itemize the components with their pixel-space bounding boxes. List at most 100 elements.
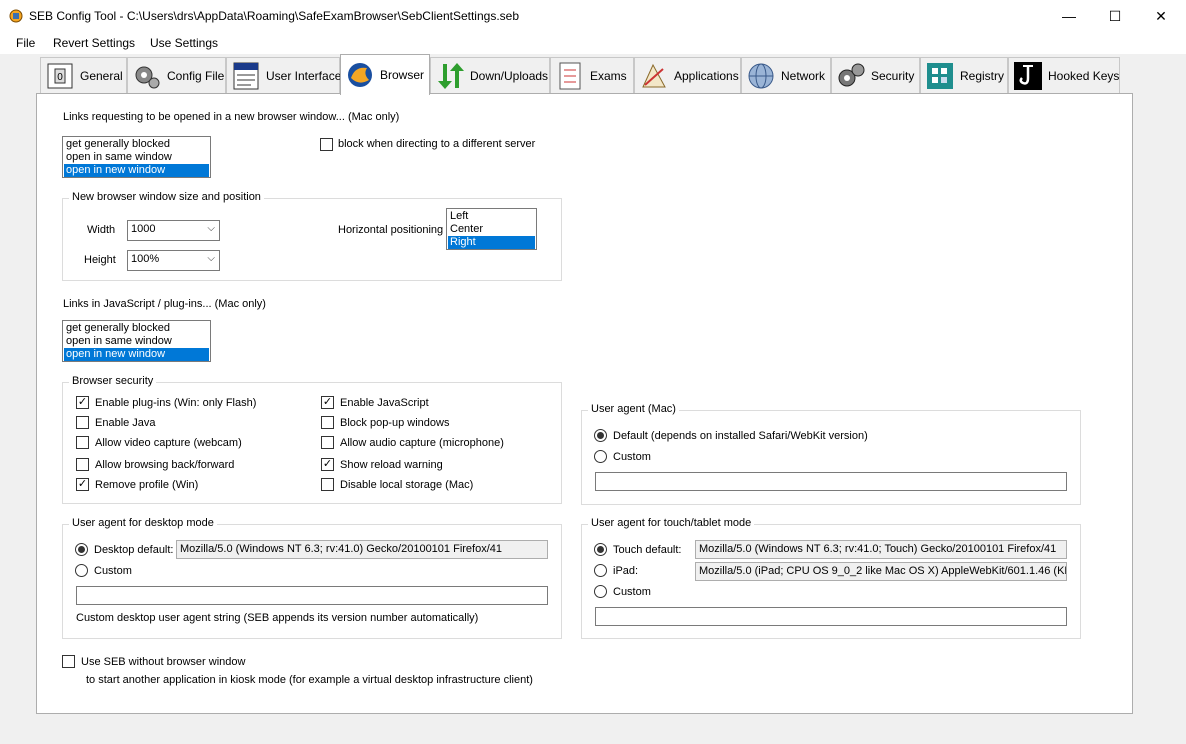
width-label: Width: [87, 224, 116, 236]
download-upload-icon: [438, 63, 464, 89]
tab-label: Browser: [380, 68, 425, 82]
remove-profile-checkbox[interactable]: ✓: [76, 478, 89, 491]
horizontal-positioning-label: Horizontal positioning: [338, 224, 444, 236]
ua-ipad-field: Mozilla/5.0 (iPad; CPU OS 9_0_2 like Mac…: [695, 562, 1067, 581]
group-title: Browser security: [69, 375, 157, 387]
tab-browser[interactable]: Browser: [340, 54, 430, 95]
allow-audio-capture-label: Allow audio capture (microphone): [340, 437, 504, 449]
width-value: 1000: [131, 223, 156, 235]
show-reload-warning-label: Show reload warning: [340, 459, 443, 471]
list-item[interactable]: get generally blocked: [64, 322, 209, 335]
ua-desktop-default-field: Mozilla/5.0 (Windows NT 6.3; rv:41.0) Ge…: [176, 540, 548, 559]
block-popup-windows-checkbox[interactable]: [321, 416, 334, 429]
tab-down-uploads[interactable]: Down/Uploads: [430, 57, 550, 94]
group-title: User agent (Mac): [588, 403, 679, 415]
ua-desktop-custom-input[interactable]: [76, 586, 548, 605]
tab-hooked-keys[interactable]: Hooked Keys: [1008, 57, 1120, 94]
tab-registry[interactable]: Registry: [920, 57, 1008, 94]
svg-text:0: 0: [57, 72, 63, 83]
ua-desktop-custom-radio[interactable]: [75, 564, 88, 577]
enable-javascript-checkbox[interactable]: ✓: [321, 396, 334, 409]
ua-touch-custom-input[interactable]: [595, 607, 1067, 626]
ua-ipad-label: iPad:: [613, 565, 639, 577]
drawing-tools-icon: [642, 63, 666, 88]
allow-audio-capture-checkbox[interactable]: [321, 436, 334, 449]
tab-label: Security: [871, 69, 915, 83]
switch-icon: 0: [47, 63, 73, 89]
ua-ipad-radio[interactable]: [594, 564, 607, 577]
list-item[interactable]: Left: [448, 210, 535, 223]
browser-icon: [348, 63, 372, 87]
enable-plugins-label: Enable plug-ins (Win: only Flash): [95, 397, 257, 409]
enable-plugins-checkbox[interactable]: ✓: [76, 396, 89, 409]
no-browser-window-checkbox[interactable]: [62, 655, 75, 668]
ua-desktop-default-label: Desktop default:: [94, 544, 174, 556]
tab-network[interactable]: Network: [741, 57, 831, 94]
new-window-links-listbox[interactable]: get generally blocked open in same windo…: [62, 136, 211, 178]
no-browser-window-label: Use SEB without browser window: [81, 656, 246, 668]
security-gears-icon: [838, 63, 865, 87]
block-popup-windows-label: Block pop-up windows: [340, 417, 450, 429]
group-title: New browser window size and position: [69, 191, 264, 203]
tab-general[interactable]: 0 General: [40, 57, 127, 94]
menu-use-settings[interactable]: Use Settings: [150, 36, 218, 50]
enable-javascript-label: Enable JavaScript: [340, 397, 429, 409]
tab-config-file[interactable]: Config File: [127, 57, 226, 94]
ua-mac-custom-input[interactable]: [595, 472, 1067, 491]
allow-browsing-back-forward-checkbox[interactable]: [76, 458, 89, 471]
enable-java-label: Enable Java: [95, 417, 156, 429]
ua-touch-custom-radio[interactable]: [594, 585, 607, 598]
chevron-down-icon[interactable]: ⌵: [207, 253, 215, 264]
list-item[interactable]: open in same window: [64, 151, 209, 164]
menu-file[interactable]: File: [16, 36, 35, 50]
list-item-selected[interactable]: Right: [448, 236, 535, 249]
list-item[interactable]: get generally blocked: [64, 138, 209, 151]
allow-video-capture-label: Allow video capture (webcam): [95, 437, 242, 449]
width-combobox[interactable]: 1000 ⌵: [127, 220, 220, 241]
exam-sheet-icon: [559, 62, 581, 90]
horizontal-positioning-listbox[interactable]: Left Center Right: [446, 208, 537, 250]
tab-label: Exams: [590, 69, 627, 83]
list-item[interactable]: Center: [448, 223, 535, 236]
registry-icon: [927, 63, 953, 89]
menu-revert-settings[interactable]: Revert Settings: [53, 36, 135, 50]
tab-label: Network: [781, 69, 826, 83]
list-item[interactable]: open in same window: [64, 335, 209, 348]
tab-label: Hooked Keys: [1048, 69, 1120, 83]
block-different-server-checkbox[interactable]: [320, 138, 333, 151]
show-reload-warning-checkbox[interactable]: ✓: [321, 458, 334, 471]
ua-desktop-default-radio[interactable]: [75, 543, 88, 556]
allow-browsing-back-forward-label: Allow browsing back/forward: [95, 459, 235, 471]
tab-applications[interactable]: Applications: [634, 57, 741, 94]
enable-java-checkbox[interactable]: [76, 416, 89, 429]
group-title: User agent for desktop mode: [69, 517, 217, 529]
minimize-button[interactable]: —: [1046, 0, 1092, 32]
js-links-label: Links in JavaScript / plug-ins... (Mac o…: [63, 298, 266, 310]
file-menu-icon: [233, 62, 259, 90]
ua-mac-custom-radio[interactable]: [594, 450, 607, 463]
tab-label: Config File: [167, 69, 225, 83]
group-title: User agent for touch/tablet mode: [588, 517, 755, 529]
height-combobox[interactable]: 100% ⌵: [127, 250, 220, 271]
tab-label: User Interface: [266, 69, 342, 83]
allow-video-capture-checkbox[interactable]: [76, 436, 89, 449]
block-different-server-label: block when directing to a different serv…: [338, 138, 536, 150]
ua-mac-default-radio[interactable]: [594, 429, 607, 442]
height-label: Height: [84, 254, 116, 266]
globe-icon: [748, 63, 774, 89]
tab-security[interactable]: Security: [831, 57, 920, 94]
no-browser-window-sublabel: to start another application in kiosk mo…: [86, 674, 533, 686]
ua-touch-default-radio[interactable]: [594, 543, 607, 556]
close-button[interactable]: ✕: [1138, 0, 1184, 32]
tab-exams[interactable]: Exams: [550, 57, 634, 94]
list-item-selected[interactable]: open in new window: [64, 164, 209, 177]
disable-local-storage-checkbox[interactable]: [321, 478, 334, 491]
gears-icon: [135, 66, 160, 89]
maximize-button[interactable]: ☐: [1092, 0, 1138, 32]
list-item-selected[interactable]: open in new window: [64, 348, 209, 361]
ua-mac-custom-label: Custom: [613, 451, 651, 463]
hook-icon: [1014, 62, 1042, 90]
js-links-listbox[interactable]: get generally blocked open in same windo…: [62, 320, 211, 362]
chevron-down-icon[interactable]: ⌵: [207, 223, 215, 234]
tab-user-interface[interactable]: User Interface: [226, 57, 342, 94]
